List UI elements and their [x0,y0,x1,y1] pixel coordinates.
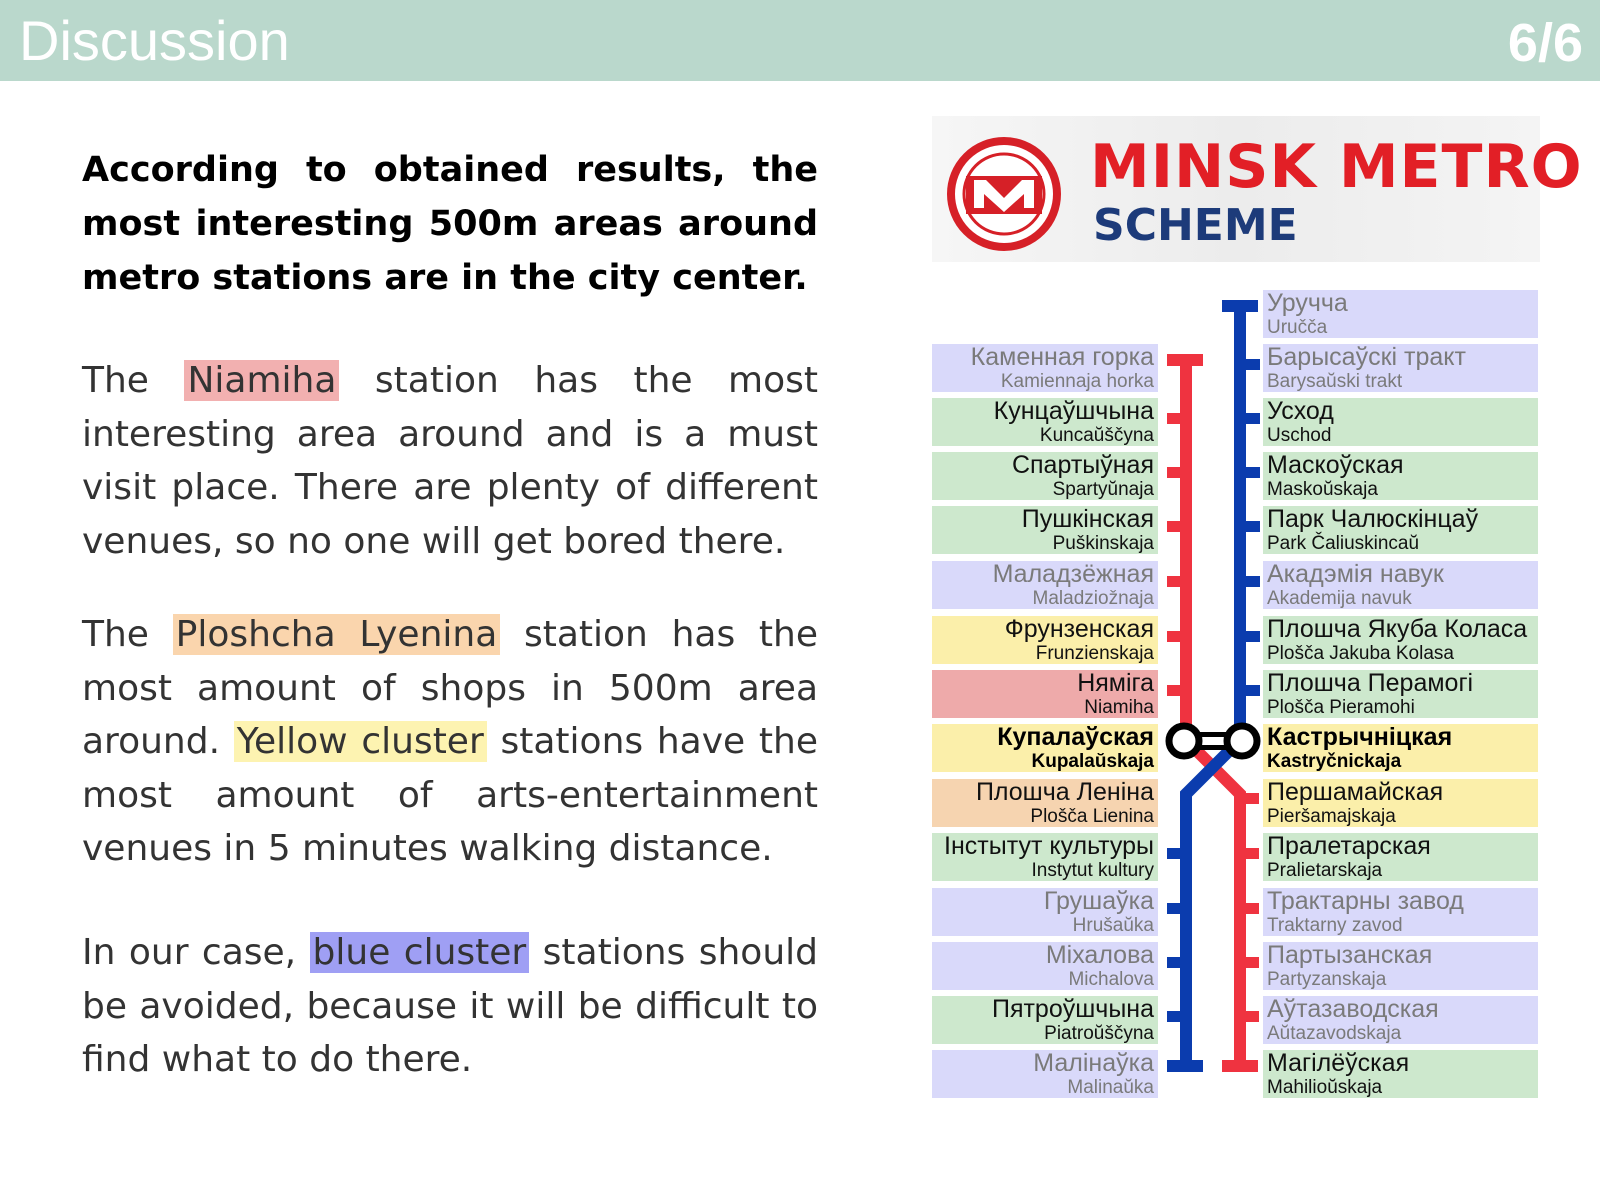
station-tick [1167,467,1187,478]
station-tick [1240,631,1260,642]
blue-line-terminus [1222,300,1258,312]
station-tick [1240,576,1260,587]
station-tick [1240,467,1260,478]
station-tick [1167,903,1187,914]
interchange-icon [1165,722,1261,760]
station-tick [1167,685,1187,696]
station-tick [1239,793,1259,804]
station-tick [1167,576,1187,587]
red-line-terminus [1222,1060,1258,1072]
station-tick [1239,903,1259,914]
metro-lines [1165,300,1261,1072]
red-line-terminus [1167,354,1203,366]
station-tick [1167,521,1187,532]
station-tick [1240,521,1260,532]
station-tick [1239,848,1259,859]
station-tick [1167,1011,1187,1022]
station-tick [1167,631,1187,642]
station-tick [1240,413,1260,424]
station-tick [1239,1011,1259,1022]
blue-line-terminus [1167,1060,1203,1072]
station-tick [1167,848,1187,859]
station-tick [1167,957,1187,968]
station-tick [1240,685,1260,696]
station-tick [1167,413,1187,424]
station-tick [1240,359,1260,370]
station-tick [1239,957,1259,968]
